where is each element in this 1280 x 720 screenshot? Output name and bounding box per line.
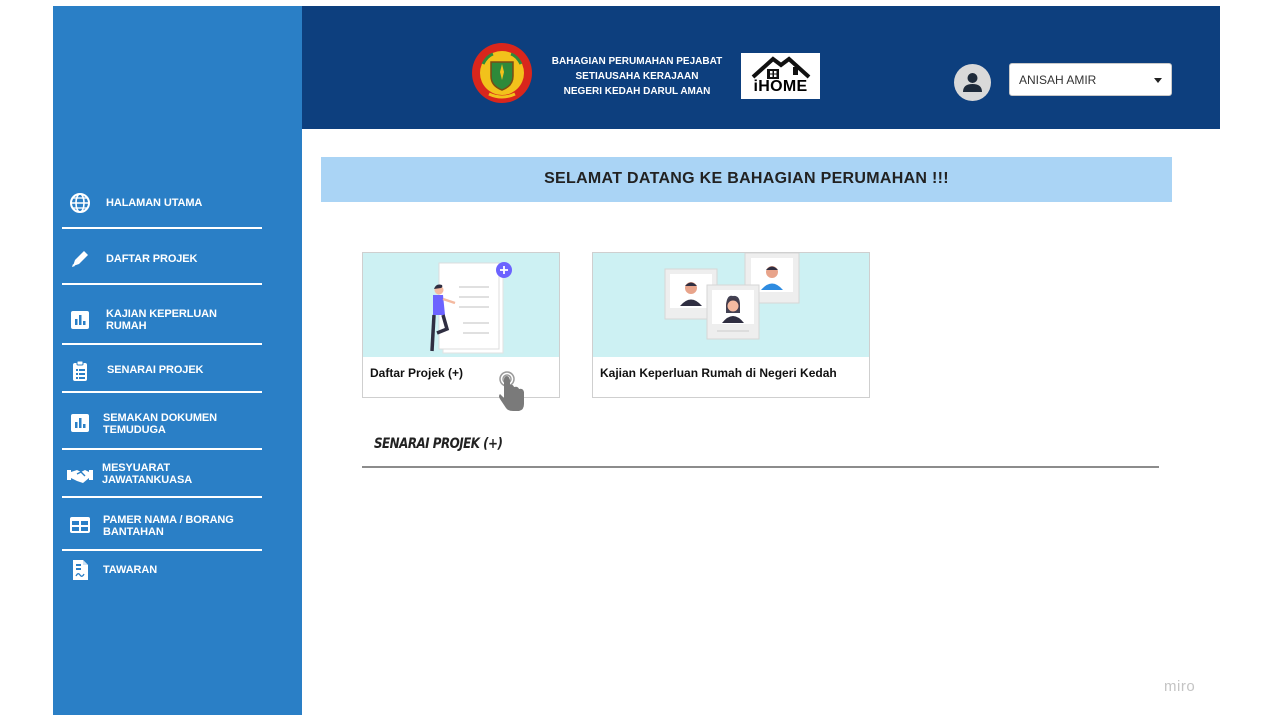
sidebar-item-label: TAWARAN [103,564,158,576]
sidebar-item-halaman-utama[interactable]: HALAMAN UTAMA [62,192,262,216]
caret-down-icon [1154,78,1162,83]
bar-chart-icon [71,311,89,329]
card-label: Daftar Projek (+) [370,366,464,380]
sidebar-divider [62,283,262,285]
organization-name: BAHAGIAN PERUMAHAN PEJABAT SETIAUSAHA KE… [546,54,728,99]
add-document-illustration [430,262,512,354]
label-line-2: TEMUDUGA [103,424,166,436]
globe-icon [70,193,90,213]
label-line-1: PAMER NAMA / BORANG [103,514,234,526]
card-illustration [363,253,559,357]
sidebar-item-label: KAJIAN KEPERLUAN RUMAH [106,308,217,332]
org-name-line-2: SETIAUSAHA KERAJAAN [575,71,699,82]
people-profiles-illustration [664,253,800,340]
user-avatar-icon[interactable] [954,64,991,101]
pen-icon [72,251,88,267]
sidebar-item-label: DAFTAR PROJEK [106,253,198,265]
handshake-icon [67,470,93,483]
ihome-logo[interactable]: iHOME [741,53,820,99]
miro-watermark: miro [1164,678,1196,695]
sidebar-divider [62,343,262,345]
label-line-1: MESYUARAT [102,462,170,474]
document-icon [73,560,88,580]
kedah-crest-logo [472,43,532,103]
label-line-2: BANTAHAN [103,526,164,538]
card-kajian-keperluan-rumah[interactable]: Kajian Keperluan Rumah di Negeri Kedah [592,252,870,398]
label-line-1: KAJIAN KEPERLUAN [106,308,217,320]
org-name-line-3: NEGERI KEDAH DARUL AMAN [563,86,711,97]
bar-chart-icon [71,414,89,432]
org-name-line-1: BAHAGIAN PERUMAHAN PEJABAT [551,56,723,67]
label-line-2: JAWATANKUASA [102,474,193,486]
user-dropdown[interactable]: ANISAH AMIR [1009,63,1172,96]
sidebar-divider [62,227,262,229]
label-line-2: RUMAH [106,320,147,332]
card-illustration [593,253,869,357]
sidebar-item-tawaran[interactable]: TAWARAN [62,559,262,583]
table-icon [70,517,90,533]
clipboard-list-icon [73,360,87,381]
sidebar-item-semakan-dokumen-temuduga[interactable]: SEMAKAN DOKUMEN TEMUDUGA [62,410,262,440]
sidebar-item-label: SENARAI PROJEK [107,364,204,376]
sidebar-item-senarai-projek[interactable]: SENARAI PROJEK [62,360,262,384]
sidebar-divider [62,549,262,551]
sidebar-divider [62,448,262,450]
sidebar-item-kajian-keperluan-rumah[interactable]: KAJIAN KEPERLUAN RUMAH [62,306,262,336]
section-divider [362,466,1159,468]
sidebar-item-mesyuarat-jawatankuasa[interactable]: MESYUARAT JAWATANKUASA [62,460,262,490]
sidebar-item-pamer-nama-borang-bantahan[interactable]: PAMER NAMA / BORANG BANTAHAN [62,512,262,542]
welcome-banner: SELAMAT DATANG KE BAHAGIAN PERUMAHAN !!! [321,157,1172,202]
sidebar-item-label: PAMER NAMA / BORANG BANTAHAN [103,514,234,538]
senarai-projek-title[interactable]: SENARAI PROJEK (+) [374,436,503,452]
sidebar-item-label: MESYUARAT JAWATANKUASA [102,462,192,486]
sidebar-divider [62,496,262,498]
label-line-1: SEMAKAN DOKUMEN [103,412,218,424]
sidebar-item-label: SEMAKAN DOKUMEN TEMUDUGA [103,412,217,436]
card-label: Kajian Keperluan Rumah di Negeri Kedah [600,366,837,380]
sidebar-item-daftar-projek[interactable]: DAFTAR PROJEK [62,248,262,272]
hand-pointer-icon [499,371,524,411]
sidebar-divider [62,391,262,393]
user-name: ANISAH AMIR [1019,73,1097,87]
card-daftar-projek[interactable]: Daftar Projek (+) [362,252,560,398]
sidebar-item-label: HALAMAN UTAMA [106,197,203,209]
ihome-logo-text: iHOME [753,78,808,95]
